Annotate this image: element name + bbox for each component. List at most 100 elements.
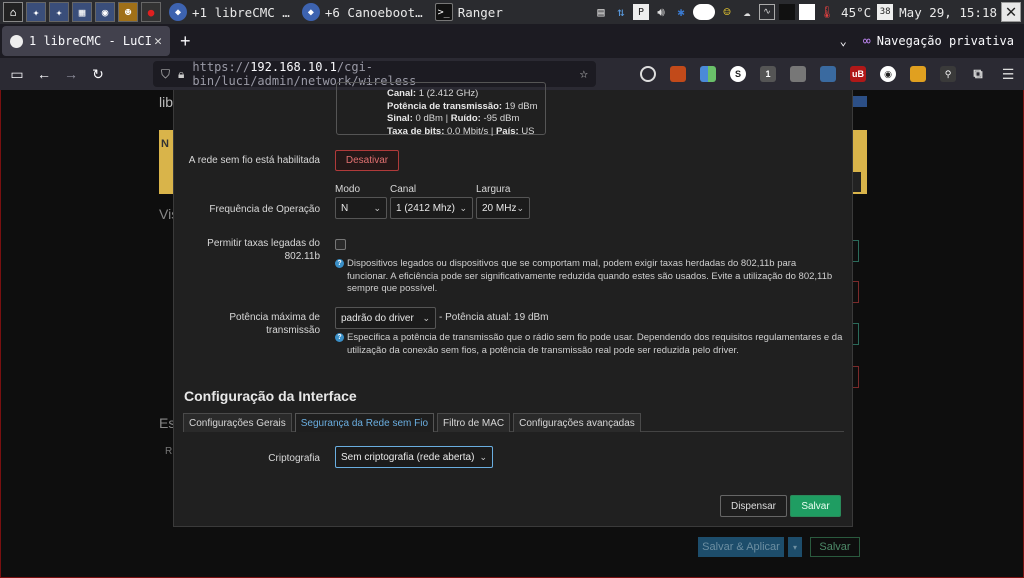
max-power-label: Potência máxima de transmissão <box>229 312 320 336</box>
chevron-down-icon: ⌄ <box>422 312 430 323</box>
bookmark-star-icon[interactable]: ☆ <box>580 66 588 82</box>
width-label: Largura <box>476 184 511 195</box>
help-icon: ? <box>335 333 344 342</box>
notification-icon[interactable] <box>693 4 716 20</box>
shield-icon[interactable]: ⛉ <box>161 67 170 82</box>
weather-icon[interactable]: ☁ <box>739 4 755 20</box>
addon-incognito-icon[interactable]: ⚲ <box>940 66 956 82</box>
tab-title: 1 libreCMC - LuCI <box>29 34 152 48</box>
chevron-down-icon: ⌄ <box>459 202 467 213</box>
volume-icon[interactable]: 🔊︎ <box>653 4 669 20</box>
addon-image-icon[interactable] <box>790 66 806 82</box>
addon-badge-icon[interactable]: 1 <box>760 66 776 82</box>
radio-status-box: Canal: 1 (2.412 GHz) Potência de transmi… <box>336 82 546 137</box>
bluetooth-icon[interactable]: ✱ <box>673 4 689 20</box>
browser-tab[interactable]: 1 libreCMC - LuCI ✕ <box>2 26 170 56</box>
desktop-panel: ⌂ ✦ ✦ ▦ ◉ ☻ ● ◆ +1 libreCMC … ◆ +6 Canoe… <box>0 0 1024 24</box>
forward-icon[interactable]: → <box>61 64 81 84</box>
max-power-select[interactable]: padrão do driver ⌄ <box>335 307 436 329</box>
lock-icon[interactable]: 🔒︎ <box>178 67 184 82</box>
launcher-icon[interactable]: ◉ <box>95 2 115 22</box>
new-tab-button[interactable]: + <box>180 31 191 52</box>
favicon-icon <box>10 34 23 48</box>
legacy-rates-help: ? Dispositivos legados ou dispositivos q… <box>335 258 835 296</box>
browser-tabstrip: 1 libreCMC - LuCI ✕ + ⌄ ∞ Navegação priv… <box>0 24 1024 58</box>
extension-toolbar: S 1 uB ◉ ⚲ ⧉ ☰ <box>640 58 1024 90</box>
back-icon[interactable]: ← <box>34 64 54 84</box>
encryption-label: Criptografia <box>268 453 320 464</box>
background-actions: Salvar & Aplicar ▾ Salvar <box>698 537 860 557</box>
tab-mac-filter[interactable]: Filtro de MAC <box>437 413 511 432</box>
save-apply-button: Salvar & Aplicar <box>698 537 784 557</box>
clipboard-icon[interactable]: P <box>633 4 650 20</box>
browser-icon: ◆ <box>169 3 187 21</box>
browser-icon: ◆ <box>301 3 320 21</box>
terminal-icon: >_ <box>434 3 453 21</box>
home-icon[interactable]: ⌂ <box>3 2 23 22</box>
interface-tabs: Configurações Gerais Segurança da Rede s… <box>183 413 844 432</box>
channel-label: Canal <box>390 184 417 195</box>
chevron-down-icon: ⌄ <box>373 202 381 213</box>
channel-select[interactable]: 1 (2412 Mhz) ⌄ <box>390 197 473 219</box>
close-window-icon[interactable]: ✕ <box>1001 2 1021 22</box>
chart-app-icon[interactable]: ▦ <box>72 2 92 22</box>
calendar-icon[interactable]: 38 <box>877 4 894 20</box>
disable-wireless-button[interactable]: Desativar <box>335 150 399 171</box>
list-tabs-chevron-icon[interactable]: ⌄ <box>840 34 847 48</box>
temperature-readout: 45°C <box>841 4 872 20</box>
mode-select[interactable]: N ⌄ <box>335 197 387 219</box>
addon-puzzle-icon[interactable] <box>820 66 836 82</box>
extensions-icon[interactable]: ⧉ <box>970 66 986 82</box>
smiley-icon[interactable]: ☺ <box>719 4 735 20</box>
thermometer-icon: 🌡︎ <box>819 5 835 19</box>
frequency-label: Frequência de Operação <box>209 204 320 215</box>
system-tray: ▤ ⇅ P 🔊︎ ✱ ☺ ☁ ∿ 🌡︎ 45°C 38 May 29, 15:1… <box>591 0 1024 24</box>
legacy-rates-label: Permitir taxas legadas do 802.11b <box>207 238 320 262</box>
menu-icon[interactable]: ☰ <box>1000 66 1016 82</box>
background-save-button: Salvar <box>810 537 860 557</box>
taskbar-item-ranger[interactable]: >_ Ranger <box>431 1 507 23</box>
addon-red-icon[interactable] <box>670 66 686 82</box>
addon-blocks-icon[interactable] <box>700 66 716 82</box>
launcher-icon[interactable]: ✦ <box>49 2 69 22</box>
ublock-icon[interactable]: uB <box>850 66 866 82</box>
chevron-down-icon: ⌄ <box>479 451 487 462</box>
addon-s-icon[interactable]: S <box>730 66 746 82</box>
save-button[interactable]: Salvar <box>790 495 841 517</box>
chevron-down-icon: ⌄ <box>516 202 524 213</box>
sidebar-toggle-icon[interactable]: ▭ <box>7 64 27 84</box>
legacy-rates-checkbox[interactable] <box>335 239 346 250</box>
tab-general-settings[interactable]: Configurações Gerais <box>183 413 292 432</box>
addon-eye-icon[interactable]: ◉ <box>880 66 896 82</box>
encryption-select[interactable]: Sem criptografia (rede aberta) ⌄ <box>335 446 493 468</box>
network-icon[interactable]: ▤ <box>593 4 609 20</box>
launcher-icon[interactable]: ✦ <box>26 2 46 22</box>
taskbar-item-librecmc[interactable]: ◆ +1 libreCMC … <box>165 1 294 23</box>
addon-yellow-icon[interactable] <box>910 66 926 82</box>
blank-icon[interactable] <box>799 4 816 20</box>
interface-config-title: Configuração da Interface <box>184 388 357 404</box>
private-mask-icon: ∞ <box>862 33 871 49</box>
monitor-icon[interactable]: ∿ <box>759 4 776 20</box>
black-icon[interactable] <box>779 4 796 20</box>
save-apply-dropdown-icon: ▾ <box>788 537 802 557</box>
record-icon[interactable]: ● <box>141 2 161 22</box>
mode-label: Modo <box>335 184 361 195</box>
updates-icon[interactable]: ⇅ <box>613 4 629 20</box>
taskbar-item-canoeboot[interactable]: ◆ +6 Canoeboot… <box>298 1 427 23</box>
clock[interactable]: May 29, 15:18 <box>899 5 997 20</box>
account-icon[interactable] <box>640 66 656 82</box>
tab-advanced-settings[interactable]: Configurações avançadas <box>513 413 641 432</box>
help-icon: ? <box>335 259 344 268</box>
wireless-enabled-label: A rede sem fio está habilitada <box>188 155 320 166</box>
wireless-config-modal: Canal: 1 (2.412 GHz) Potência de transmi… <box>173 82 853 527</box>
close-tab-icon[interactable]: ✕ <box>154 34 162 49</box>
private-browsing-label: Navegação privativa <box>876 34 1014 48</box>
max-power-help: ? Especifica a potência de transmissão q… <box>335 332 845 357</box>
width-select[interactable]: 20 MHz ⌄ <box>476 197 530 219</box>
dismiss-button[interactable]: Dispensar <box>720 495 787 517</box>
tab-wireless-security[interactable]: Segurança da Rede sem Fio <box>294 413 435 432</box>
current-power-readout: - Potência atual: 19 dBm <box>439 312 549 323</box>
runner-app-icon[interactable]: ☻ <box>118 2 138 22</box>
reload-icon[interactable]: ↻ <box>88 64 108 84</box>
